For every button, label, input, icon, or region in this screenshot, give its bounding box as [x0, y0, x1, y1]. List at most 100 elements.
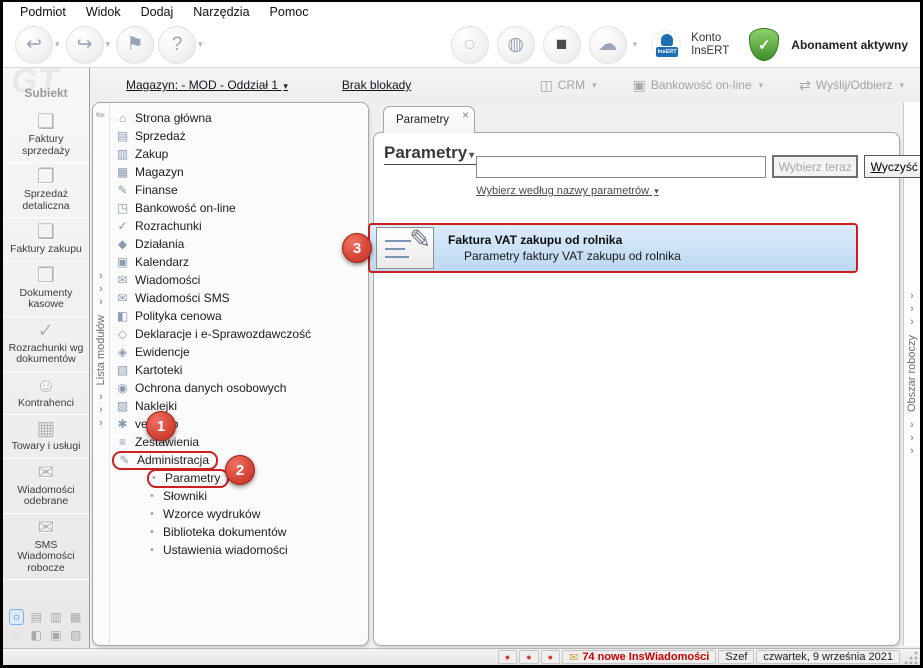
menu-item-dodaj[interactable]: Dodaj — [132, 3, 183, 21]
pin-icon[interactable]: ✎ — [93, 108, 108, 123]
flag-icon[interactable]: ⚑ — [116, 25, 155, 64]
back-dropdown-caret-icon[interactable]: ▾ — [55, 39, 60, 50]
tree-item-magazyn[interactable]: ▦ Magazyn — [110, 163, 368, 181]
status-indicator[interactable]: ● — [519, 650, 539, 664]
parameter-search-input[interactable] — [476, 155, 767, 178]
back-icon[interactable]: ↩ — [15, 25, 53, 64]
vendero-icon: ✱ — [117, 417, 128, 431]
sidebar-item[interactable]: ✓ Rozrachunki wg dokumentów — [3, 317, 89, 372]
cube-icon[interactable]: ■ — [542, 25, 581, 64]
sidebar-item[interactable]: ❐ Sprzedaż detaliczna — [3, 163, 89, 218]
warehouse-selector-link[interactable]: Magazyn: - MOD - Oddział 1 ▾ — [126, 78, 290, 92]
chevron-right-icon[interactable]: › — [99, 296, 103, 309]
help-icon[interactable]: ? — [158, 25, 197, 64]
menu-item-widok[interactable]: Widok — [77, 3, 130, 21]
tab-close-icon[interactable]: × — [462, 108, 469, 122]
tree-item-deklaracje-i-e-sprawozdawczość[interactable]: ◇ Deklaracje i e-Sprawozdawczość — [110, 325, 368, 343]
resize-grip[interactable] — [903, 651, 917, 664]
chevron-right-icon[interactable]: › — [99, 417, 103, 430]
chevron-right-icon[interactable]: › — [910, 432, 914, 445]
blocked-icon[interactable]: ◌ — [9, 627, 24, 643]
sidebar-items: ❏ Faktury sprzedaży ❐ Sprzedaż detaliczna ❑ F… — [3, 108, 89, 580]
tree-item-ustawienia-wiadomości[interactable]: • Ustawienia wiadomości — [110, 541, 368, 559]
tree-item-wiadomości[interactable]: ✉ Wiadomości — [110, 271, 368, 289]
clear-button[interactable]: Wyczyść — [864, 155, 920, 178]
notes-icon[interactable]: ▨ — [68, 627, 83, 643]
chevron-right-icon[interactable]: › — [99, 283, 103, 296]
chevron-right-icon[interactable]: › — [910, 419, 914, 432]
tree-item-label: Deklaracje i e-Sprawozdawczość — [135, 327, 312, 341]
tree-item-słowniki[interactable]: • Słowniki — [110, 487, 368, 505]
tree-item-finanse[interactable]: ✎ Finanse — [110, 181, 368, 199]
sidebar-item[interactable]: ☺ Kontrahenci — [3, 372, 89, 415]
tree-item-naklejki[interactable]: ▨ Naklejki — [110, 397, 368, 415]
sync-icon[interactable]: ◌ — [450, 25, 489, 64]
sidebar-item[interactable]: ✉ Wiadomości odebrane — [3, 459, 89, 514]
package-icon[interactable]: ▣ — [49, 627, 64, 643]
sidebar-item[interactable]: ▦ Towary i usługi — [3, 415, 89, 459]
coins-icon[interactable]: ▤ — [29, 609, 44, 625]
chevron-right-icon[interactable]: › — [99, 404, 103, 417]
page-title[interactable]: Parametry ▾ — [384, 143, 477, 165]
tree-item-polityka-cenowa[interactable]: ◧ Polityka cenowa — [110, 307, 368, 325]
globe-icon[interactable]: ◍ — [496, 25, 535, 64]
boxes-icon[interactable]: ▦ — [68, 609, 83, 625]
menu-item-podmiot[interactable]: Podmiot — [11, 3, 75, 21]
help-dropdown-caret-icon[interactable]: ▾ — [198, 39, 203, 50]
sidebar-item[interactable]: ✉ SMS Wiadomości robocze — [3, 514, 89, 580]
tree-item-biblioteka-dokumentów[interactable]: • Biblioteka dokumentów — [110, 523, 368, 541]
chevron-right-icon[interactable]: › — [99, 270, 103, 283]
insert-account-label[interactable]: Konto InsERT — [691, 32, 729, 58]
chevron-right-icon[interactable]: › — [99, 391, 103, 404]
bullet-icon: • — [150, 508, 154, 520]
tree-item-wiadomości-sms[interactable]: ✉ Wiadomości SMS — [110, 289, 368, 307]
crm-button[interactable]: ◫ CRM ▾ — [540, 77, 599, 94]
status-indicator[interactable]: ● — [540, 650, 561, 664]
select-now-button[interactable]: Wybierz teraz — [772, 155, 859, 178]
send-receive-button[interactable]: ⇄ Wyślij/Odbierz ▾ — [799, 77, 906, 94]
chevron-right-icon[interactable]: › — [910, 303, 914, 316]
parameter-document-icon: ✎ — [376, 224, 434, 269]
filter-by-name-link[interactable]: Wybierz według nazwy parametrów ▾ — [476, 185, 661, 197]
tree-item-rozrachunki[interactable]: ✓ Rozrachunki — [110, 217, 368, 235]
banking-button[interactable]: ▣ Bankowość on-line ▾ — [633, 77, 766, 94]
messages-status-cell[interactable]: ✉ 74 nowe InsWiadomości — [562, 650, 717, 664]
sidebar-item[interactable]: ❒ Dokumenty kasowe — [3, 262, 89, 317]
module-dot-icon[interactable]: ○ — [9, 609, 24, 625]
tree-item-ochrona-danych-osobowych[interactable]: ◉ Ochrona danych osobowych — [110, 379, 368, 397]
settlements-icon: ✓ — [117, 219, 128, 233]
chevron-right-icon[interactable]: › — [910, 316, 914, 329]
tree-item-bankowość-on-line[interactable]: ◳ Bankowość on-line — [110, 199, 368, 217]
forward-icon[interactable]: ↪ — [65, 25, 104, 64]
module-tree: ⌂ Strona główna ▤ Sprzedaż ▥ Zakup ▦ Magazyn ✎ Fi… — [110, 103, 368, 645]
status-indicator[interactable]: ● — [497, 650, 518, 664]
cloud-dropdown-caret-icon[interactable]: ▾ — [633, 39, 638, 50]
tree-item-label: Bankowość on-line — [135, 201, 236, 215]
menu-item-pomoc[interactable]: Pomoc — [261, 3, 318, 21]
tree-item-sprzedaż[interactable]: ▤ Sprzedaż — [110, 127, 368, 145]
insert-account-icon[interactable]: InsERT — [651, 29, 682, 60]
lock-status-link[interactable]: Brak blokady — [342, 78, 411, 92]
tree-item-kalendarz[interactable]: ▣ Kalendarz — [110, 253, 368, 271]
tab-parametry[interactable]: Parametry × — [383, 106, 475, 133]
tree-item-zakup[interactable]: ▥ Zakup — [110, 145, 368, 163]
tree-item-ewidencje[interactable]: ◈ Ewidencje — [110, 343, 368, 361]
stamp-label: InsERT — [656, 46, 679, 57]
user-status-cell[interactable]: Szef — [718, 650, 755, 664]
forward-dropdown-caret-icon[interactable]: ▾ — [106, 39, 111, 50]
module-tree-panel: ✎ › › › Lista modułów › › › ⌂ Strona głów… — [92, 102, 369, 646]
menu-item-narzędzia[interactable]: Narzędzia — [184, 3, 258, 21]
tree-item-strona-główna[interactable]: ⌂ Strona główna — [110, 109, 368, 127]
subscription-shield-icon[interactable]: ✓ — [749, 28, 780, 61]
chevron-right-icon[interactable]: › — [910, 445, 914, 458]
basket-icon[interactable]: ▥ — [49, 609, 64, 625]
cloud-icon[interactable]: ☁ — [588, 25, 627, 64]
tree-item-kartoteki[interactable]: ▧ Kartoteki — [110, 361, 368, 379]
tree-item-wzorce-wydruków[interactable]: • Wzorce wydruków — [110, 505, 368, 523]
parameter-result-item[interactable]: 3 ✎ Faktura VAT zakupu od rolnika Parame… — [342, 223, 858, 273]
chevron-right-icon[interactable]: › — [910, 290, 914, 303]
sidebar-item[interactable]: ❑ Faktury zakupu — [3, 218, 89, 262]
tree-item-działania[interactable]: ◆ Działania — [110, 235, 368, 253]
sidebar-item[interactable]: ❏ Faktury sprzedaży — [3, 108, 89, 163]
warehouse-mini-icon[interactable]: ◧ — [29, 627, 44, 643]
